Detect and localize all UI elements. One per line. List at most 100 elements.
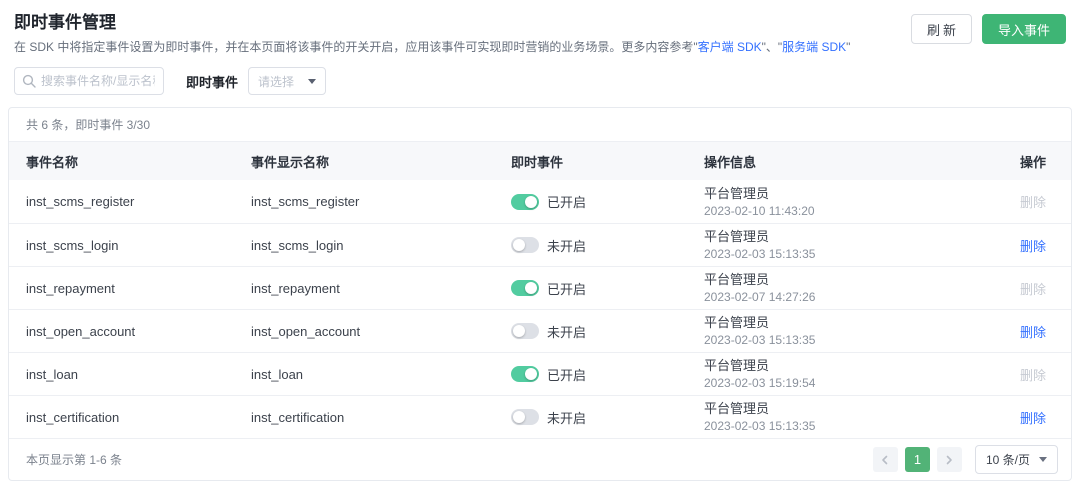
actions-cell: 删除 <box>966 365 1046 384</box>
delete-link[interactable]: 删除 <box>1020 239 1046 254</box>
chevron-left-icon <box>882 455 888 464</box>
column-header-operation-info: 操作信息 <box>704 154 757 170</box>
toggle-knob <box>525 195 537 208</box>
table-row: inst_scms_login inst_scms_login 未开启 平台管理… <box>9 223 1071 266</box>
table-row: inst_scms_register inst_scms_register 已开… <box>9 180 1071 223</box>
toggle-state-label: 未开启 <box>547 410 587 426</box>
event-name-cell: inst_scms_register <box>26 194 135 209</box>
search-input[interactable] <box>14 67 164 95</box>
toggle-state-label: 未开启 <box>547 324 587 340</box>
instant-event-toggle[interactable] <box>511 409 539 425</box>
server-sdk-link[interactable]: 服务端 SDK <box>782 40 846 54</box>
toggle-knob <box>513 239 525 251</box>
actions-cell: 删除 <box>966 192 1046 211</box>
actions-cell: 删除 <box>966 279 1046 298</box>
operation-info-cell: 平台管理员 2023-02-03 15:19:54 <box>704 357 966 391</box>
main-content: 即时事件管理 在 SDK 中将指定事件设置为即时事件，并在本页面将该事件的开关开… <box>0 0 1080 487</box>
toggle-state-label: 已开启 <box>547 281 587 297</box>
toggle-knob <box>525 368 537 380</box>
toggle-knob <box>513 411 525 423</box>
delete-link[interactable]: 删除 <box>1020 325 1046 340</box>
page-header-left: 即时事件管理 在 SDK 中将指定事件设置为即时事件，并在本页面将该事件的开关开… <box>14 12 850 55</box>
instant-event-select[interactable]: 请选择 <box>248 67 327 95</box>
event-display-name-cell: inst_loan <box>251 366 304 382</box>
operator-name: 平台管理员 <box>704 272 770 287</box>
event-display-name-cell: inst_scms_login <box>251 237 344 253</box>
chevron-down-icon <box>308 78 317 84</box>
filter-bar: 即时事件 请选择 <box>0 55 1080 95</box>
instant-event-toggle[interactable] <box>511 366 539 382</box>
instant-event-cell: 已开启 <box>511 365 704 384</box>
operation-info-cell: 平台管理员 2023-02-03 15:13:35 <box>704 314 966 348</box>
operation-timestamp: 2023-02-03 15:19:54 <box>704 376 816 390</box>
events-table-card: 共 6 条，即时事件 3/30 事件名称 事件显示名称 即时事件 操作信息 操作… <box>8 107 1072 481</box>
import-events-button[interactable]: 导入事件 <box>981 14 1066 44</box>
actions-cell: 删除 <box>966 408 1046 427</box>
table-row: inst_loan inst_loan 已开启 平台管理员 2023-02-03… <box>9 352 1071 395</box>
instant-event-filter-label: 即时事件 <box>186 74 239 90</box>
page-description: 在 SDK 中将指定事件设置为即时事件，并在本页面将该事件的开关开启，应用该事件… <box>14 39 850 55</box>
page-range-text: 本页显示第 1-6 条 <box>26 453 123 467</box>
toggle-knob <box>513 325 525 337</box>
operator-name: 平台管理员 <box>704 185 770 201</box>
event-display-name-cell: inst_open_account <box>251 323 361 339</box>
event-name-cell: inst_open_account <box>26 323 136 339</box>
table-row: inst_open_account inst_open_account 未开启 … <box>9 309 1071 352</box>
column-header-display-name: 事件显示名称 <box>251 154 330 170</box>
page-size-select[interactable]: 10 条/页 <box>974 445 1058 474</box>
description-suffix: " <box>846 40 851 54</box>
delete-link[interactable]: 删除 <box>1020 411 1046 426</box>
operation-info-cell: 平台管理员 2023-02-10 11:43:20 <box>704 185 966 219</box>
delete-link: 删除 <box>1019 281 1046 297</box>
table-header-row: 事件名称 事件显示名称 即时事件 操作信息 操作 <box>9 142 1071 180</box>
instant-event-cell: 已开启 <box>511 192 704 211</box>
toggle-state-label: 未开启 <box>547 238 587 254</box>
search-box <box>14 67 164 95</box>
operation-info-cell: 平台管理员 2023-02-07 14:27:26 <box>704 271 966 305</box>
event-name-cell: inst_repayment <box>26 280 115 296</box>
summary-text: 共 6 条，即时事件 3/30 <box>9 108 1071 142</box>
table-row: inst_certification inst_certification 未开… <box>9 395 1071 438</box>
table-row: inst_repayment inst_repayment 已开启 平台管理员 … <box>9 266 1071 309</box>
client-sdk-link[interactable]: 客户端 SDK <box>698 40 762 54</box>
instant-event-cell: 未开启 <box>511 408 704 427</box>
instant-event-toggle[interactable] <box>511 193 539 210</box>
operator-name: 平台管理员 <box>704 401 770 416</box>
page-header: 即时事件管理 在 SDK 中将指定事件设置为即时事件，并在本页面将该事件的开关开… <box>0 0 1080 55</box>
event-display-name-cell: inst_repayment <box>251 280 340 296</box>
operation-timestamp: 2023-02-03 15:13:35 <box>704 247 816 261</box>
pagination: 1 10 条/页 <box>872 445 1058 474</box>
search-icon <box>22 74 36 88</box>
description-text: 在 SDK 中将指定事件设置为即时事件，并在本页面将该事件的开关开启，应用该事件… <box>14 40 698 54</box>
column-header-instant-event: 即时事件 <box>511 154 564 170</box>
operator-name: 平台管理员 <box>704 229 770 244</box>
operation-timestamp: 2023-02-07 14:27:26 <box>704 290 816 304</box>
table-footer: 本页显示第 1-6 条 1 10 条/页 <box>9 438 1071 480</box>
prev-page-button[interactable] <box>872 447 898 472</box>
table-body: inst_scms_register inst_scms_register 已开… <box>9 180 1071 438</box>
operator-name: 平台管理员 <box>704 358 770 373</box>
select-placeholder: 请选择 <box>258 74 295 89</box>
event-name-cell: inst_certification <box>26 409 120 425</box>
delete-link: 删除 <box>1019 195 1046 210</box>
event-name-cell: inst_scms_login <box>26 237 119 253</box>
chevron-down-icon <box>1039 457 1047 462</box>
page-1-button[interactable]: 1 <box>904 447 930 472</box>
column-header-event-name: 事件名称 <box>26 154 79 170</box>
operation-info-cell: 平台管理员 2023-02-03 15:13:35 <box>704 228 966 262</box>
actions-cell: 删除 <box>966 236 1046 255</box>
refresh-button[interactable]: 刷新 <box>910 14 972 44</box>
operator-name: 平台管理员 <box>704 315 770 330</box>
instant-event-cell: 未开启 <box>511 322 704 341</box>
toggle-state-label: 已开启 <box>547 195 587 210</box>
operation-info-cell: 平台管理员 2023-02-03 15:13:35 <box>704 400 966 434</box>
next-page-button[interactable] <box>936 447 962 472</box>
instant-event-cell: 未开启 <box>511 236 704 255</box>
toggle-knob <box>525 282 537 294</box>
instant-event-toggle[interactable] <box>511 237 539 253</box>
instant-event-toggle[interactable] <box>511 323 539 339</box>
event-name-cell: inst_loan <box>26 366 79 382</box>
event-display-name-cell: inst_scms_register <box>251 194 360 209</box>
instant-event-toggle[interactable] <box>511 280 539 296</box>
operation-timestamp: 2023-02-03 15:13:35 <box>704 333 816 347</box>
